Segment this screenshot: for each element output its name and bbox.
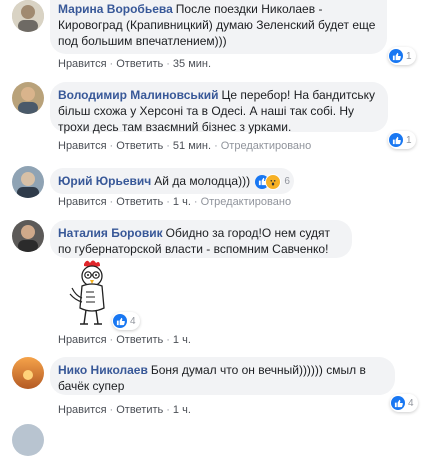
comment-bubble: Марина Воробьева После поездки Николаев -…: [50, 0, 387, 54]
avatar[interactable]: [12, 357, 44, 389]
edited-label[interactable]: Отредактировано: [221, 140, 312, 152]
avatar[interactable]: [12, 424, 44, 456]
like-link[interactable]: Нравится: [58, 334, 107, 346]
timestamp[interactable]: 51 мин.: [173, 140, 211, 152]
avatar[interactable]: [12, 166, 44, 198]
comment-author[interactable]: Нико Николаев: [58, 363, 148, 377]
reply-link[interactable]: Ответить: [116, 196, 163, 208]
comment-author[interactable]: Володимир Малиновський: [58, 88, 219, 102]
like-link[interactable]: Нравится: [58, 58, 107, 70]
reaction-number: 1: [406, 134, 412, 146]
edited-label[interactable]: Отредактировано: [201, 196, 292, 208]
like-icon: [113, 314, 127, 328]
timestamp[interactable]: 1 ч.: [173, 334, 191, 346]
comment-author[interactable]: Марина Воробьева: [58, 2, 173, 16]
comment-bubble: Юрий Юрьевич Ай да молодца))) 6: [50, 168, 294, 194]
reaction-count[interactable]: 4: [112, 312, 140, 330]
timestamp[interactable]: 35 мин.: [173, 58, 211, 70]
reply-link[interactable]: Ответить: [116, 334, 163, 346]
like-link[interactable]: Нравится: [58, 196, 107, 208]
like-icon: [391, 396, 405, 410]
like-icon: [389, 133, 403, 147]
comment-actions: Нравится · Ответить · 1 ч.: [58, 404, 191, 416]
reaction-count[interactable]: 1: [388, 47, 416, 65]
wow-icon: [265, 173, 282, 190]
reaction-count[interactable]: 6: [253, 173, 290, 190]
reply-link[interactable]: Ответить: [116, 58, 163, 70]
like-link[interactable]: Нравится: [58, 404, 107, 416]
rooster-sticker-image[interactable]: [58, 258, 118, 339]
reaction-number: 6: [284, 175, 290, 187]
comment-actions: Нравится · Ответить · 35 мин.: [58, 58, 212, 70]
avatar[interactable]: [12, 0, 44, 32]
comment-text: Ай да молодца))): [154, 174, 251, 188]
avatar[interactable]: [12, 82, 44, 114]
reaction-number: 4: [130, 315, 136, 327]
like-link[interactable]: Нравится: [58, 140, 107, 152]
comment-author[interactable]: Юрий Юрьевич: [58, 174, 151, 188]
reaction-count[interactable]: 4: [390, 394, 418, 412]
reaction-number: 1: [406, 50, 412, 62]
reaction-count[interactable]: 1: [388, 131, 416, 149]
comment-bubble: Нико Николаев Боня думал что он вечный)))…: [50, 357, 395, 395]
reply-link[interactable]: Ответить: [116, 140, 163, 152]
timestamp[interactable]: 1 ч.: [173, 404, 191, 416]
comment-actions: Нравится · Ответить · 51 мин. · Отредактирован…: [58, 140, 312, 152]
reply-link[interactable]: Ответить: [116, 404, 163, 416]
like-icon: [389, 49, 403, 63]
comment-actions: Нравится · Ответить · 1 ч.: [58, 334, 191, 346]
avatar[interactable]: [12, 220, 44, 252]
comment-bubble: Володимир Малиновський Це перебор! На бан…: [50, 82, 388, 134]
comment-bubble: Наталия Боровик Обидно за город!О нем суд…: [50, 220, 352, 258]
timestamp[interactable]: 1 ч.: [173, 196, 191, 208]
reaction-number: 4: [408, 397, 414, 409]
comment-author[interactable]: Наталия Боровик: [58, 226, 163, 240]
comment-actions: Нравится · Ответить · 1 ч. · Отредактировано: [58, 196, 292, 208]
